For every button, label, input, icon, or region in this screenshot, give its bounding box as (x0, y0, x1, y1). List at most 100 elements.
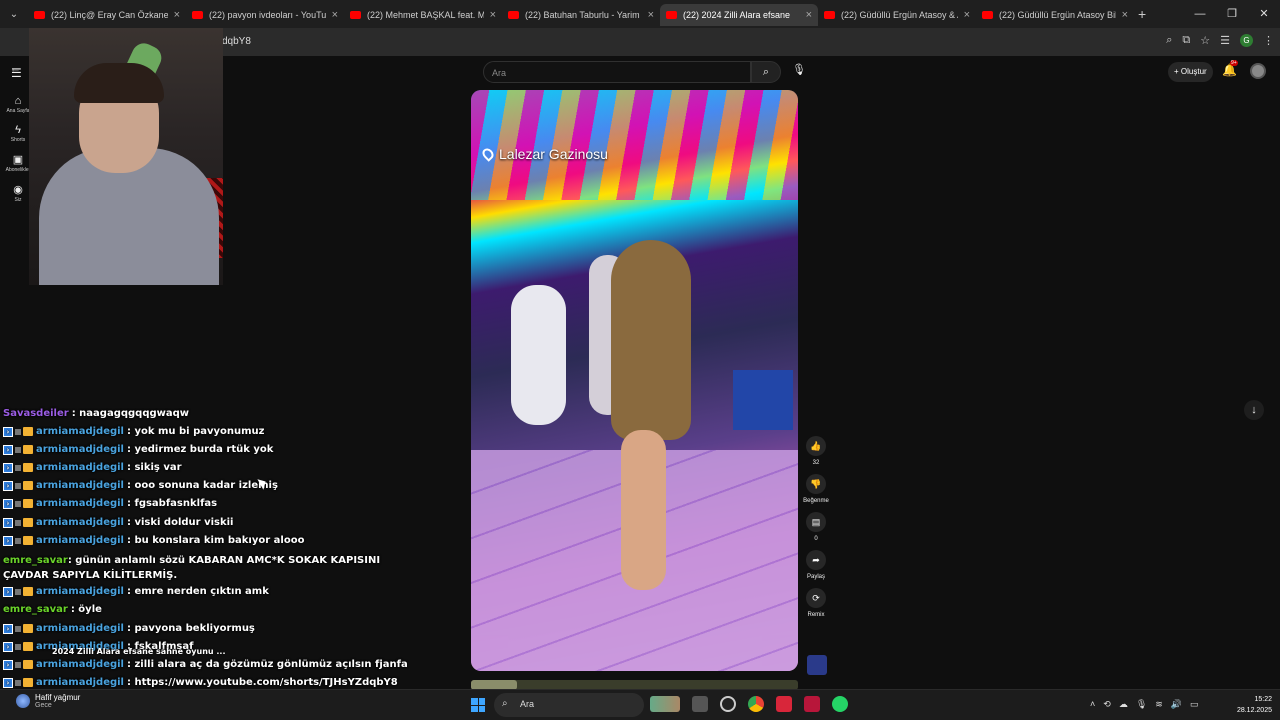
chat-username[interactable]: armiamadjdegil (36, 517, 124, 528)
chat-text: : yok mu bi pavyonumuz (126, 426, 265, 437)
chrome-icon[interactable] (748, 696, 764, 712)
chat-text: : zilli alara aç da gözümüz gönlümüz açı… (126, 659, 408, 670)
close-window-button[interactable]: ✕ (1248, 0, 1280, 28)
new-tab-button[interactable]: + (1138, 6, 1146, 22)
microphone-icon[interactable]: 🎙 (789, 63, 809, 81)
zoom-icon[interactable]: ⌕ (1166, 34, 1172, 47)
browser-tab[interactable]: (22) 2024 Zilli Alara efsane × (660, 4, 818, 26)
search-input[interactable]: Ara (483, 61, 751, 83)
wifi-icon[interactable]: ≋ (1155, 699, 1163, 710)
chat-message: › armiamadjdegil: pavyona bekliyormuş (3, 623, 255, 634)
user-avatar[interactable] (1250, 63, 1266, 79)
remix-icon[interactable]: ⟳ (806, 588, 826, 608)
chat-username[interactable]: armiamadjdegil (36, 498, 124, 509)
chat-message: emre_savar: öyle (3, 604, 102, 615)
obs-icon[interactable] (720, 696, 736, 712)
chat-username[interactable]: armiamadjdegil (36, 659, 124, 670)
share-action[interactable]: ➦ Paylaş (801, 550, 831, 580)
hamburger-menu-icon[interactable]: ☰ (11, 66, 22, 80)
browser-tab[interactable]: (22) Linç@ Eray Can Özkaner - × (28, 4, 186, 26)
close-tab-icon[interactable]: × (490, 9, 496, 21)
browser-tab[interactable]: (22) Mehmet BAŞKAL feat. Mih × (344, 4, 502, 26)
browser-menu-icon[interactable]: ⋮ (1263, 34, 1274, 47)
create-button[interactable]: + Oluştur (1168, 62, 1213, 82)
chat-message: › armiamadjdegil: ooo sonuna kadar izlemi… (3, 480, 278, 491)
tab-search-menu-icon[interactable]: ⌄ (0, 0, 28, 28)
widget-app-icon[interactable] (650, 696, 680, 712)
neon-ceiling (471, 90, 798, 200)
chat-message: › armiamadjdegil: sikiş var (3, 462, 182, 473)
thumbs-down-icon[interactable]: 👎 (806, 474, 826, 494)
browser-tab[interactable]: (22) Batuhan Taburlu - Yarim Si × (502, 4, 660, 26)
shorts-video-player[interactable]: Lalezar Gazinosu (471, 90, 798, 671)
tray-chevron-icon[interactable]: ˄ (1090, 699, 1095, 710)
chat-username[interactable]: emre_savar (3, 555, 68, 566)
chat-text: : bu konslara kim bakıyor alooo (126, 535, 305, 546)
chat-badges: › (3, 444, 33, 455)
close-tab-icon[interactable]: × (806, 9, 812, 21)
dislike-label: Beğenme (803, 498, 829, 504)
browser-tab[interactable]: (22) Güdüllü Ergün Atasoy & A × (818, 4, 976, 26)
volume-icon[interactable]: 🔊 (1171, 699, 1182, 710)
chat-username[interactable]: armiamadjdegil (36, 444, 124, 455)
chat-username[interactable]: armiamadjdegil (36, 535, 124, 546)
prime-badge-icon: › (3, 517, 13, 528)
start-windows-icon[interactable] (471, 698, 485, 712)
comment-action[interactable]: ▤ 0 (801, 512, 831, 542)
taskbar-search[interactable]: ⌕ Ara (494, 693, 644, 717)
chat-username[interactable]: emre_savar (3, 604, 68, 615)
restore-button[interactable]: ❐ (1216, 0, 1248, 28)
close-tab-icon[interactable]: × (964, 9, 970, 21)
chat-username[interactable]: armiamadjdegil (36, 586, 124, 597)
chat-username[interactable]: armiamadjdegil (36, 677, 124, 688)
file-explorer-icon[interactable] (692, 696, 708, 712)
close-tab-icon[interactable]: × (1122, 9, 1128, 21)
chat-message: › armiamadjdegil: zilli alara aç da gözüm… (3, 659, 408, 670)
prime-badge-icon: › (3, 480, 13, 491)
like-action[interactable]: 👍 32 (801, 436, 831, 466)
battery-icon[interactable]: ▭ (1190, 699, 1199, 710)
location-sticker: Lalezar Gazinosu (480, 146, 608, 162)
clock[interactable]: 15:22 28.12.2025 (1224, 694, 1272, 716)
whatsapp-icon[interactable] (832, 696, 848, 712)
thumbs-up-icon[interactable]: 👍 (806, 436, 826, 456)
browser-tab[interactable]: (22) Güdüllü Ergün Atasoy Bih × (976, 4, 1134, 26)
tray-cloud-icon[interactable]: ☁ (1119, 699, 1128, 710)
tray-mic-icon[interactable]: 🎙 (1136, 699, 1147, 710)
mod-badge-icon (15, 537, 21, 544)
share-icon[interactable]: ➦ (806, 550, 826, 570)
shorts-icon: ϟ (15, 124, 21, 136)
chat-username[interactable]: armiamadjdegil (36, 480, 124, 491)
browser-tab-strip: ⌄ (22) Linç@ Eray Can Özkaner - × (22) pav… (0, 0, 1280, 28)
chat-username[interactable]: armiamadjdegil (36, 426, 124, 437)
app-red-icon[interactable] (776, 696, 792, 712)
sound-thumbnail[interactable] (807, 655, 827, 675)
notifications-bell-icon[interactable]: 🔔 9+ (1222, 60, 1238, 77)
chat-username[interactable]: Savasdeiler (3, 408, 69, 419)
tab-list-icon[interactable]: ☰ (1220, 34, 1230, 47)
remix-action[interactable]: ⟳ Remix (801, 588, 831, 618)
mod-badge-icon (15, 661, 21, 668)
sidebar-item-label: Siz (14, 197, 22, 203)
chat-username[interactable]: armiamadjdegil (36, 462, 124, 473)
next-video-arrow-icon[interactable]: ↓ (1244, 400, 1264, 420)
sub-badge-icon (23, 586, 33, 596)
chat-text: : https://www.youtube.com/shorts/TJHsYZd… (126, 677, 398, 688)
close-tab-icon[interactable]: × (174, 9, 180, 21)
tray-sync-icon[interactable]: ⟲ (1103, 699, 1111, 710)
minimize-button[interactable]: — (1184, 0, 1216, 28)
app-check-icon[interactable] (804, 696, 820, 712)
browser-tab[interactable]: (22) pavyon ivdeoları - YouTube × (186, 4, 344, 26)
search-icon[interactable]: ⌕ (751, 61, 781, 83)
bookmark-star-icon[interactable]: ☆ (1200, 34, 1210, 47)
comment-icon[interactable]: ▤ (806, 512, 826, 532)
close-tab-icon[interactable]: × (332, 9, 338, 21)
chat-username[interactable]: armiamadjdegil (36, 623, 124, 634)
taskbar-search-label: Ara (520, 699, 535, 709)
url-text[interactable]: dqbY8 (222, 36, 251, 47)
dislike-action[interactable]: 👎 Beğenme (801, 474, 831, 504)
close-tab-icon[interactable]: × (648, 9, 654, 21)
weather-widget[interactable]: Hafif yağmur Gece (16, 693, 80, 709)
install-app-icon[interactable]: ⧉ (1182, 34, 1190, 47)
profile-avatar[interactable]: G (1240, 34, 1253, 47)
